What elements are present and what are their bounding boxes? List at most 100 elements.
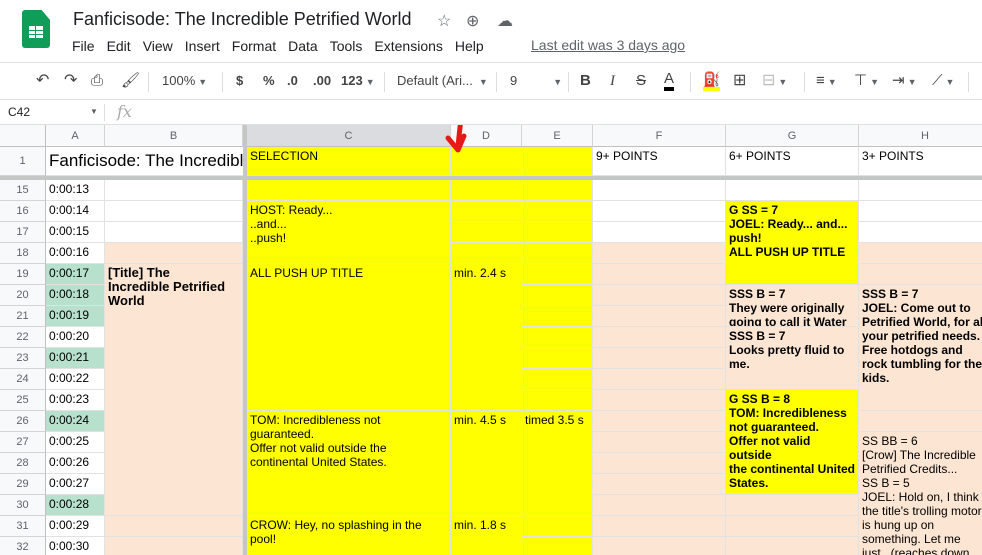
row-header[interactable]: 32 xyxy=(0,537,46,555)
row-header[interactable]: 23 xyxy=(0,348,46,369)
cell[interactable] xyxy=(522,201,593,222)
dialogue-cell[interactable]: HOST: Ready... ..and... ..push! xyxy=(247,201,451,264)
cell[interactable] xyxy=(522,369,593,390)
timestamp-cell[interactable]: 0:00:15 xyxy=(46,222,105,243)
cell[interactable] xyxy=(593,285,726,306)
timestamp-cell[interactable]: 0:00:21 xyxy=(46,348,105,369)
cell[interactable] xyxy=(522,147,593,176)
row-header[interactable]: 27 xyxy=(0,432,46,453)
increase-decimal-button[interactable]: .00 xyxy=(313,71,331,91)
column-header-g[interactable]: G xyxy=(726,125,859,147)
timing-cell[interactable]: min. 2.4 s xyxy=(451,264,522,411)
menu-view[interactable]: View xyxy=(137,36,179,56)
cell[interactable] xyxy=(859,243,982,264)
sheets-logo-icon[interactable] xyxy=(22,10,50,48)
cell[interactable] xyxy=(593,453,726,474)
font-select[interactable]: Default (Ari... ▼ xyxy=(397,71,488,92)
bold-button[interactable]: B xyxy=(580,71,591,91)
cell[interactable] xyxy=(522,243,593,264)
row-header[interactable]: 26 xyxy=(0,411,46,432)
riff-cell[interactable]: G SS B = 8 TOM: Incredibleness not guara… xyxy=(726,390,859,495)
timestamp-cell[interactable]: 0:00:22 xyxy=(46,369,105,390)
menu-file[interactable]: File xyxy=(66,36,101,56)
cell[interactable] xyxy=(593,411,726,432)
borders-icon[interactable]: ⊞ xyxy=(733,71,746,91)
align-left-icon[interactable]: ≡ ▼ xyxy=(816,71,837,92)
cell[interactable] xyxy=(522,390,593,411)
row-header[interactable]: 20 xyxy=(0,285,46,306)
move-to-folder-icon[interactable]: ⊕ xyxy=(466,11,479,31)
row-header[interactable]: 29 xyxy=(0,474,46,495)
cell[interactable] xyxy=(859,222,982,243)
text-color-button[interactable]: A xyxy=(664,71,675,91)
frozen-row-divider[interactable] xyxy=(0,176,982,180)
timing-cell[interactable]: timed 3.5 s xyxy=(522,411,593,516)
timing-cell[interactable]: min. 1.8 s xyxy=(451,516,522,555)
cell[interactable] xyxy=(593,432,726,453)
dialogue-cell[interactable]: TOM: Incredibleness not guaranteed. Offe… xyxy=(247,411,451,516)
points-3-header-cell[interactable]: 3+ POINTS xyxy=(859,147,982,176)
cell[interactable] xyxy=(451,243,522,264)
cell[interactable] xyxy=(105,222,243,243)
cell[interactable] xyxy=(593,201,726,222)
cell[interactable] xyxy=(105,243,243,264)
chevron-down-icon[interactable]: ▼ xyxy=(90,107,98,116)
timestamp-cell[interactable]: 0:00:30 xyxy=(46,537,105,555)
row-header[interactable]: 31 xyxy=(0,516,46,537)
timestamp-cell[interactable]: 0:00:24 xyxy=(46,411,105,432)
cell[interactable] xyxy=(522,327,593,348)
cell[interactable] xyxy=(726,516,859,537)
cell[interactable] xyxy=(859,264,982,285)
timestamp-cell[interactable]: 0:00:26 xyxy=(46,453,105,474)
row-header[interactable]: 18 xyxy=(0,243,46,264)
strikethrough-button[interactable]: S xyxy=(636,71,646,91)
menu-extensions[interactable]: Extensions xyxy=(368,36,448,56)
percent-button[interactable]: % xyxy=(263,71,275,91)
column-header-h[interactable]: H xyxy=(859,125,982,147)
cell[interactable] xyxy=(522,222,593,243)
cell[interactable] xyxy=(522,537,593,555)
vertical-align-icon[interactable]: ⊤ ▼ xyxy=(854,71,879,92)
cell[interactable] xyxy=(593,306,726,327)
document-title[interactable]: Fanficisode: The Incredible Petrified Wo… xyxy=(73,9,412,30)
spreadsheet-grid[interactable]: A B C D E F G H 1 Fanficisode: The Incre… xyxy=(0,125,982,555)
menu-data[interactable]: Data xyxy=(282,36,324,56)
decrease-decimal-button[interactable]: .0 xyxy=(287,71,298,91)
cell[interactable] xyxy=(522,285,593,306)
menu-help[interactable]: Help xyxy=(449,36,490,56)
cell[interactable] xyxy=(522,348,593,369)
column-header-b[interactable]: B xyxy=(105,125,243,147)
cell[interactable] xyxy=(593,243,726,264)
paint-format-icon[interactable]: 🖌 xyxy=(121,71,140,91)
cell[interactable] xyxy=(522,306,593,327)
cell[interactable] xyxy=(105,180,243,201)
row-header[interactable]: 28 xyxy=(0,453,46,474)
cell[interactable] xyxy=(451,222,522,243)
select-all-corner[interactable] xyxy=(0,125,46,147)
cell[interactable] xyxy=(593,348,726,369)
timestamp-cell[interactable]: 0:00:13 xyxy=(46,180,105,201)
cell[interactable] xyxy=(726,180,859,201)
undo-icon[interactable]: ↶ xyxy=(36,71,49,91)
column-header-f[interactable]: F xyxy=(593,125,726,147)
frozen-column-divider[interactable] xyxy=(243,125,247,555)
timestamp-cell[interactable]: 0:00:28 xyxy=(46,495,105,516)
cell[interactable] xyxy=(593,264,726,285)
row-header[interactable]: 22 xyxy=(0,327,46,348)
cell[interactable] xyxy=(726,495,859,516)
row-header[interactable]: 15 xyxy=(0,180,46,201)
cell[interactable] xyxy=(522,516,593,537)
menu-format[interactable]: Format xyxy=(226,36,282,56)
riff-cell[interactable]: SSS B = 7 Looks pretty fluid to me. xyxy=(726,327,859,390)
column-header-c[interactable]: C xyxy=(247,125,451,147)
timestamp-cell[interactable]: 0:00:23 xyxy=(46,390,105,411)
last-edit-link[interactable]: Last edit was 3 days ago xyxy=(531,37,685,53)
more-formats-select[interactable]: 123 ▼ xyxy=(341,71,375,92)
column-header-e[interactable]: E xyxy=(522,125,593,147)
cell[interactable] xyxy=(593,222,726,243)
redo-icon[interactable]: ↷ xyxy=(64,71,77,91)
cell[interactable] xyxy=(593,495,726,516)
riff-cell[interactable]: SSS B = 7 JOEL: Come out to Petrified Wo… xyxy=(859,285,982,411)
timestamp-cell[interactable]: 0:00:25 xyxy=(46,432,105,453)
riff-cell[interactable]: SSS B = 7 They were originally going to … xyxy=(726,285,859,327)
